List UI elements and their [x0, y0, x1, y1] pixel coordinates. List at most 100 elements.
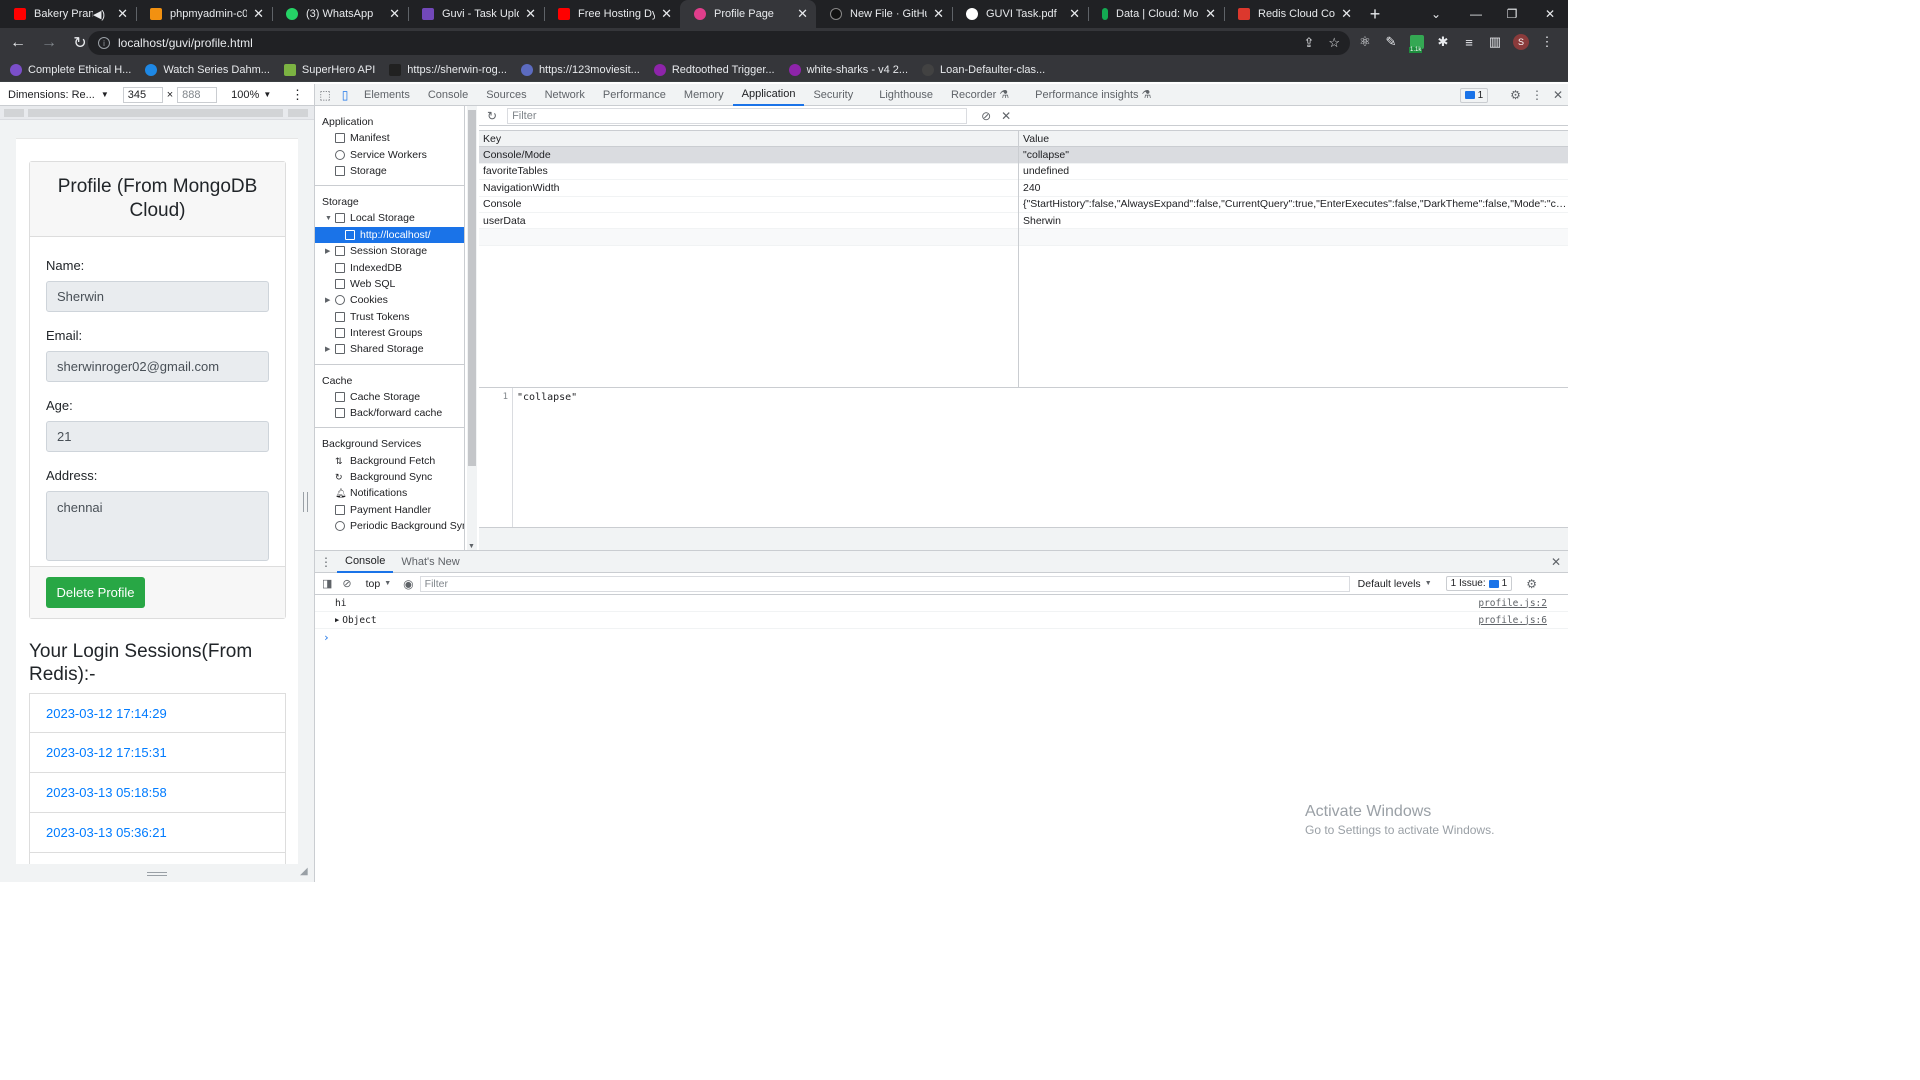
width-input[interactable]: 345 — [122, 86, 163, 103]
bookmark-item[interactable]: https://123moviesit... — [520, 63, 640, 76]
sidebar-item-session-storage[interactable]: ▶ Session Storage — [315, 243, 464, 259]
browser-tab-redis[interactable]: Redis Cloud Cons ✕ — [1224, 0, 1360, 28]
profile-avatar-button[interactable]: S — [1512, 31, 1530, 53]
sidebar-item-shared-storage[interactable]: ▶ Shared Storage — [315, 341, 464, 357]
tab-recorder[interactable]: Recorder ⚗ — [942, 84, 1018, 106]
bookmark-item[interactable]: Loan-Defaulter-clas... — [922, 63, 1045, 76]
storage-filter-input[interactable]: Filter — [507, 107, 968, 124]
sidebar-item-service-workers[interactable]: Service Workers — [315, 146, 464, 162]
bookmark-star-icon[interactable]: ☆ — [1328, 35, 1340, 51]
sidebar-item-cookies[interactable]: ▶ Cookies — [315, 292, 464, 308]
tab-security[interactable]: Security — [804, 84, 862, 106]
resize-bottom-handle[interactable] — [147, 872, 167, 876]
sidebar-item-bfcache[interactable]: Back/forward cache — [315, 405, 464, 421]
key-column-header[interactable]: Key — [479, 133, 1019, 145]
bookmark-item[interactable]: SuperHero API — [283, 63, 375, 76]
context-select[interactable]: top — [366, 578, 381, 590]
live-expression-eye-icon[interactable]: ◉ — [403, 577, 413, 591]
table-row[interactable]: userData Sherwin — [479, 213, 1568, 230]
browser-tab-whatsapp[interactable]: (3) WhatsApp ✕ — [272, 0, 408, 28]
source-link[interactable]: profile.js:2 — [1478, 598, 1547, 609]
expand-arrow-icon[interactable]: ▶ — [335, 616, 339, 624]
browser-tab-guvi-task[interactable]: Guvi - Task Uploa ✕ — [408, 0, 544, 28]
tab-performance[interactable]: Performance — [594, 84, 675, 106]
extension-icon[interactable]: 1.1k — [1408, 31, 1426, 53]
sidebar-item-local-storage[interactable]: ▼ Local Storage — [315, 210, 464, 226]
zoom-select[interactable]: 100% — [231, 89, 259, 101]
close-icon[interactable]: ✕ — [1205, 6, 1216, 22]
row-key[interactable]: Console/Mode — [479, 149, 1019, 161]
restore-icon[interactable]: ❐ — [1494, 0, 1530, 28]
session-item[interactable] — [29, 853, 286, 864]
extensions-puzzle-icon[interactable]: ✱ — [1434, 31, 1452, 53]
tab-network[interactable]: Network — [536, 84, 594, 106]
tab-application[interactable]: Application — [732, 83, 805, 106]
side-panel-icon[interactable]: ▥ — [1486, 31, 1504, 53]
device-toggle-icon[interactable]: ▯ — [335, 84, 355, 106]
session-item[interactable]: 2023-03-12 17:15:31 — [29, 733, 286, 773]
name-field[interactable]: Sherwin — [46, 281, 269, 312]
media-query-segment[interactable] — [28, 109, 283, 117]
browser-tab-profile-page[interactable]: Profile Page ✕ — [680, 0, 816, 28]
preview-value[interactable]: "collapse" — [517, 392, 577, 403]
sidebar-item-cache-storage[interactable]: Cache Storage — [315, 389, 464, 405]
session-item[interactable]: 2023-03-13 05:36:21 — [29, 813, 286, 853]
collapsed-arrow-icon[interactable]: ▶ — [325, 296, 335, 304]
session-item[interactable]: 2023-03-12 17:14:29 — [29, 693, 286, 733]
sidebar-item-localhost-origin[interactable]: http://localhost/ — [315, 226, 464, 243]
session-item[interactable]: 2023-03-13 05:18:58 — [29, 773, 286, 813]
bookmark-item[interactable]: Redtoothed Trigger... — [653, 63, 775, 76]
inspect-element-icon[interactable]: ⬚ — [315, 84, 335, 106]
console-message[interactable]: ▶ Object profile.js:6 — [315, 612, 1568, 629]
console-prompt[interactable]: › — [315, 629, 1568, 645]
sidebar-item-interest-groups[interactable]: Interest Groups — [315, 325, 464, 341]
settings-gear-icon[interactable]: ⚙ — [1510, 88, 1521, 102]
media-query-segment[interactable] — [288, 109, 308, 117]
sidebar-toggle-icon[interactable]: ◨ — [322, 577, 332, 590]
sidebar-item-indexeddb[interactable]: IndexedDB — [315, 259, 464, 275]
sidebar-item-payment-handler[interactable]: Payment Handler — [315, 502, 464, 518]
more-options-icon[interactable]: ⋮ — [291, 87, 304, 103]
sidebar-item-storage-overview[interactable]: Storage — [315, 163, 464, 179]
react-devtools-icon[interactable]: ⚛ — [1356, 31, 1374, 53]
tab-lighthouse[interactable]: Lighthouse — [870, 84, 942, 106]
resize-right-handle[interactable] — [303, 492, 308, 512]
table-row-empty[interactable] — [479, 229, 1568, 246]
resize-corner-icon[interactable]: ◢ — [300, 866, 308, 877]
column-divider[interactable] — [1018, 131, 1019, 387]
close-icon[interactable]: ✕ — [933, 6, 944, 22]
bookmark-item[interactable]: https://sherwin-rog... — [389, 63, 507, 76]
sidebar-item-background-sync[interactable]: ↻ Background Sync — [315, 469, 464, 485]
tab-sources[interactable]: Sources — [477, 84, 535, 106]
media-query-bar[interactable] — [0, 106, 314, 120]
sidebar-item-trust-tokens[interactable]: Trust Tokens — [315, 309, 464, 325]
row-value[interactable]: "collapse" — [1019, 149, 1568, 161]
close-icon[interactable]: ✕ — [253, 6, 264, 22]
row-key[interactable]: NavigationWidth — [479, 182, 1019, 194]
browser-tab-bakery[interactable]: Bakery Prank - ◀) ✕ — [0, 0, 136, 28]
sidebar-item-notifications[interactable]: 🔔︎ Notifications — [315, 485, 464, 501]
sidebar-scrollbar[interactable]: ▼ — [467, 106, 477, 550]
tab-elements[interactable]: Elements — [355, 84, 419, 106]
close-icon[interactable]: ✕ — [1341, 6, 1352, 22]
console-filter-input[interactable]: Filter — [419, 575, 1350, 592]
bookmark-item[interactable]: Complete Ethical H... — [10, 63, 131, 76]
age-field[interactable]: 21 — [46, 421, 269, 452]
close-devtools-icon[interactable]: ✕ — [1553, 88, 1563, 102]
close-drawer-icon[interactable]: ✕ — [1551, 555, 1561, 569]
close-icon[interactable]: ✕ — [525, 6, 536, 22]
log-levels-select[interactable]: Default levels — [1358, 578, 1421, 590]
sidebar-item-web-sql[interactable]: Web SQL — [315, 276, 464, 292]
info-icon[interactable]: i — [98, 37, 110, 49]
row-value[interactable]: {"StartHistory":false,"AlwaysExpand":fal… — [1019, 198, 1568, 210]
drawer-menu-icon[interactable]: ⋮ — [315, 555, 337, 569]
row-value[interactable]: 240 — [1019, 182, 1568, 194]
reading-list-icon[interactable]: ≡ — [1460, 31, 1478, 53]
drawer-tab-whats-new[interactable]: What's New — [393, 551, 467, 573]
sidebar-item-periodic-background-sync[interactable]: Periodic Background Sync — [315, 518, 464, 534]
forward-icon[interactable]: → — [36, 30, 62, 56]
browser-tab-github[interactable]: New File · GitHub ✕ — [816, 0, 952, 28]
sidebar-item-manifest[interactable]: Manifest — [315, 130, 464, 146]
close-icon[interactable]: ✕ — [389, 6, 400, 22]
drawer-tab-console[interactable]: Console — [337, 551, 394, 573]
